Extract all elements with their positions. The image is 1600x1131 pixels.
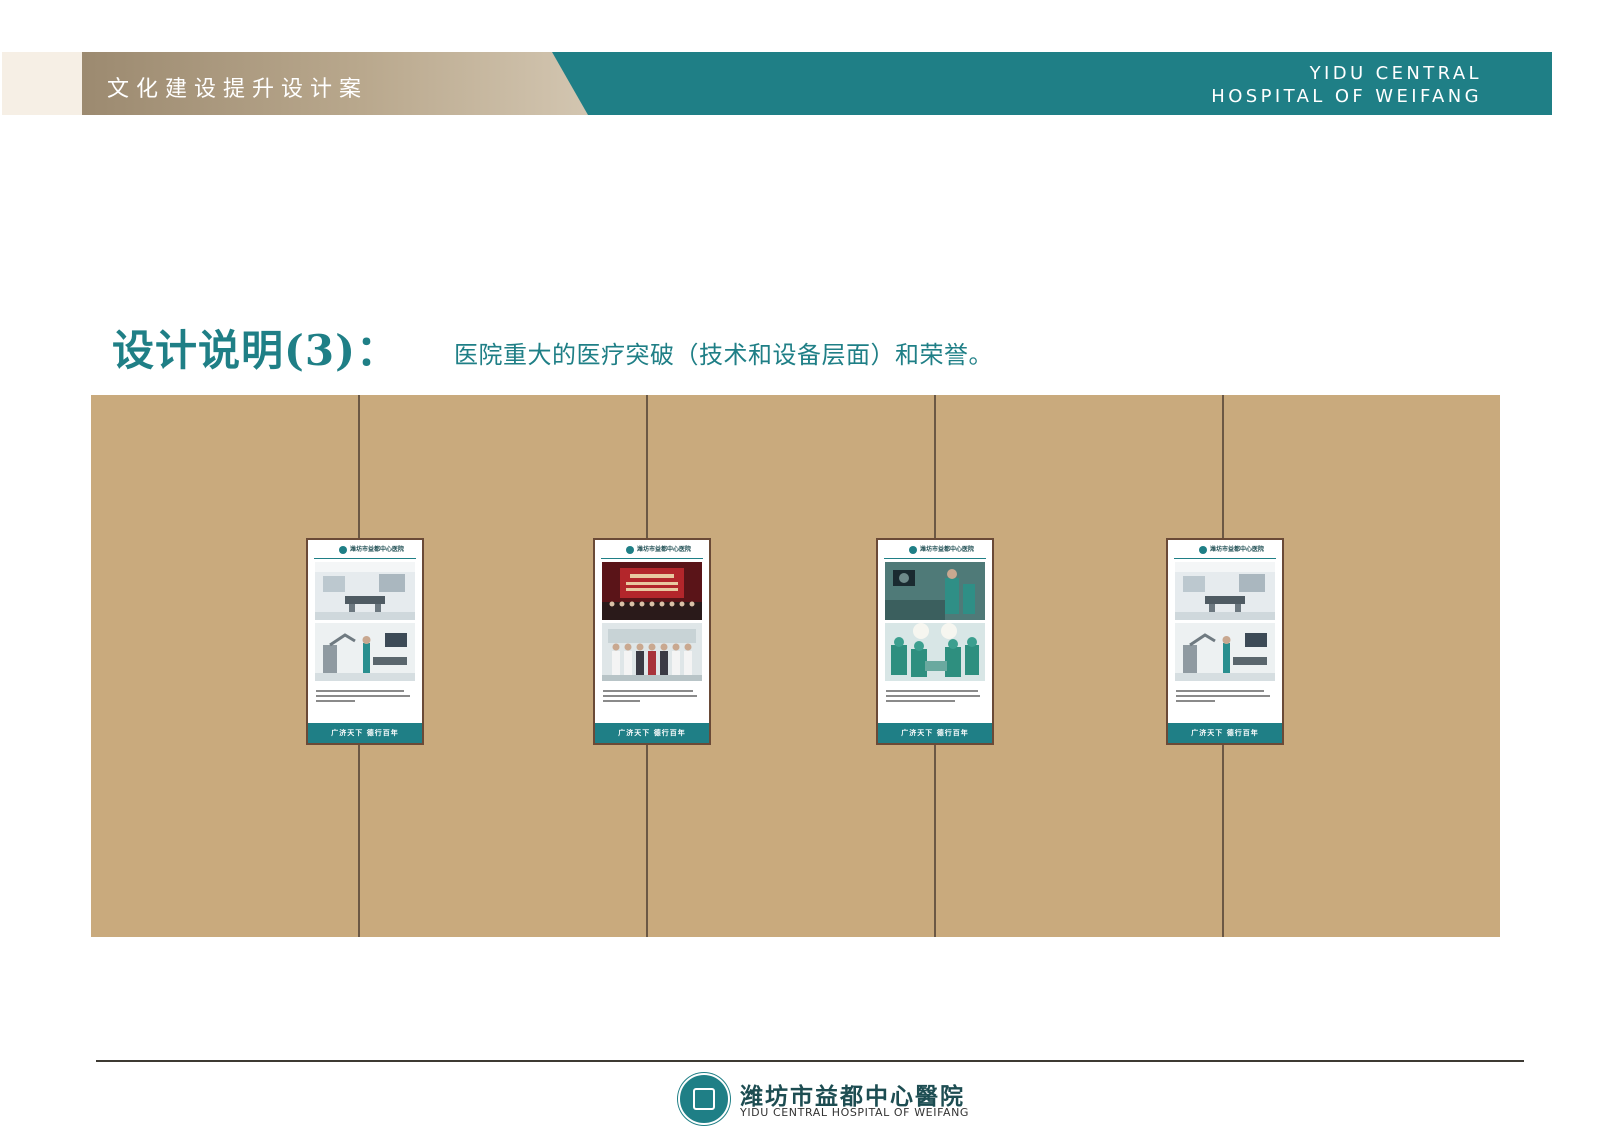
poster-header: 潍坊市益都中心医院 [308,540,422,562]
poster-hospital-name: 潍坊市益都中心医院 [920,546,975,553]
poster-caption-lines [603,690,701,710]
poster-hospital-name: 潍坊市益都中心医院 [637,546,692,553]
poster-header: 潍坊市益都中心医院 [1168,540,1282,562]
hospital-logo-icon [626,546,634,554]
header-english-name: YIDU CENTRAL HOSPITAL OF WEIFANG [1211,62,1482,108]
footer-divider [96,1060,1524,1062]
section-subheading: 医院重大的医疗突破（技术和设备层面）和荣誉。 [454,341,993,369]
poster-divider [314,558,416,559]
hospital-logo-icon [909,546,917,554]
poster-4: 潍坊市益都中心医院 广济天下 德行百年 [1166,538,1284,745]
operating-room-photo [315,562,415,620]
poster-header: 潍坊市益都中心医院 [878,540,992,562]
hospital-seal-icon [678,1073,730,1125]
hospital-logo-icon [339,546,347,554]
robot-surgery-photo [315,623,415,681]
poster-divider [1174,558,1276,559]
hospital-logo-icon [1199,546,1207,554]
poster-caption-lines [886,690,984,710]
poster-divider [601,558,703,559]
poster-3: 潍坊市益都中心医院 广济天下 德行百年 [876,538,994,745]
poster-1: 潍坊市益都中心医院 广济天下 德行百年 [306,538,424,745]
poster-slogan: 广济天下 德行百年 [308,723,422,743]
poster-hospital-name: 潍坊市益都中心医院 [350,546,405,553]
footer-hospital-name-en: YIDU CENTRAL HOSPITAL OF WEIFANG [740,1106,970,1119]
header-english-line-1: YIDU CENTRAL [1309,63,1482,84]
poster-slogan: 广济天下 德行百年 [878,723,992,743]
surgery-team-photo [885,562,985,620]
section-heading: 设计说明(3)： [112,326,399,375]
poster-slogan: 广济天下 德行百年 [1168,723,1282,743]
poster-caption-lines [1176,690,1274,710]
surgery-in-progress-photo [885,623,985,681]
operating-room-photo [1175,562,1275,620]
header-title: 文化建设提升设计案 [107,77,369,102]
poster-divider [884,558,986,559]
award-ceremony-photo [602,562,702,620]
doctors-group-photo [602,623,702,681]
wall-elevation: 潍坊市益都中心医院 广济天下 德行百年 潍坊市益都中心医院 广济天下 德行百年 … [91,395,1500,937]
robot-surgery-photo [1175,623,1275,681]
poster-caption-lines [316,690,414,710]
header-band: 文化建设提升设计案 YIDU CENTRAL HOSPITAL OF WEIFA… [0,52,1552,115]
header-cream-block [2,52,82,115]
poster-header: 潍坊市益都中心医院 [595,540,709,562]
header-english-line-2: HOSPITAL OF WEIFANG [1211,86,1482,107]
poster-hospital-name: 潍坊市益都中心医院 [1210,546,1265,553]
poster-slogan: 广济天下 德行百年 [595,723,709,743]
poster-2: 潍坊市益都中心医院 广济天下 德行百年 [593,538,711,745]
